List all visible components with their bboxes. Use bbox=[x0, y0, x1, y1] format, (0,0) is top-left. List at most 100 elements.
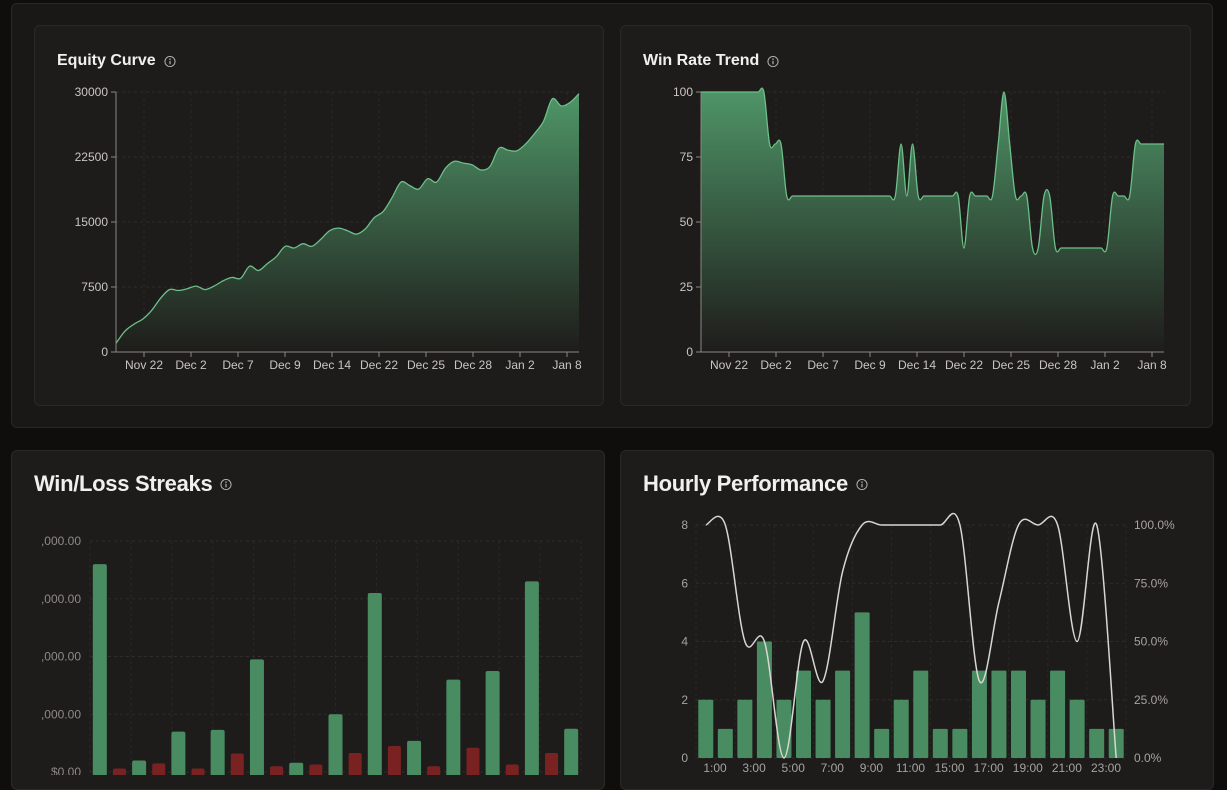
win-rate-title-row: Win Rate Trend bbox=[643, 52, 779, 70]
loss-bar bbox=[191, 768, 205, 775]
info-icon[interactable] bbox=[220, 478, 232, 491]
x-tick-label: Dec 9 bbox=[269, 358, 301, 372]
x-tick-label: 5:00 bbox=[782, 761, 806, 775]
x-tick-label: Dec 7 bbox=[807, 358, 839, 372]
win-rate-title: Win Rate Trend bbox=[643, 52, 760, 69]
hour-bar bbox=[737, 699, 753, 758]
hourly-title-row: Hourly Performance bbox=[643, 471, 868, 497]
x-tick-label: Nov 22 bbox=[125, 358, 163, 372]
hour-bar bbox=[913, 670, 929, 758]
y-tick-label: $0.00 bbox=[51, 765, 81, 775]
x-tick-label: Dec 2 bbox=[175, 358, 207, 372]
x-tick-label: 15:00 bbox=[935, 761, 965, 775]
x-tick-label: Jan 2 bbox=[1090, 358, 1120, 372]
x-tick-label: Dec 25 bbox=[407, 358, 445, 372]
info-icon[interactable] bbox=[856, 478, 868, 491]
x-tick-label: 1:00 bbox=[703, 761, 727, 775]
x-tick-label: Dec 14 bbox=[313, 358, 351, 372]
y-tick-label: ,000.00 bbox=[41, 650, 81, 664]
y-tick-label: 8 bbox=[681, 518, 688, 532]
win-bar bbox=[249, 659, 264, 775]
hour-bar bbox=[815, 699, 831, 758]
y-tick-label: 2 bbox=[681, 693, 688, 707]
y-tick-label: ,000.00 bbox=[41, 534, 81, 548]
x-tick-label: 3:00 bbox=[742, 761, 766, 775]
x-tick-label: 7:00 bbox=[821, 761, 845, 775]
hour-bar bbox=[1050, 670, 1066, 758]
y-tick-label: 6 bbox=[681, 576, 688, 590]
equity-curve-title: Equity Curve bbox=[57, 52, 156, 69]
loss-bar bbox=[112, 768, 126, 775]
x-tick-label: 21:00 bbox=[1052, 761, 1082, 775]
y-tick-label: 25 bbox=[680, 280, 694, 294]
loss-bar bbox=[505, 764, 519, 775]
y-tick-label: 50 bbox=[680, 215, 694, 229]
y-tick-label: 30000 bbox=[75, 85, 109, 99]
x-tick-label: Dec 28 bbox=[1039, 358, 1077, 372]
win-bar bbox=[485, 670, 500, 775]
win-bar bbox=[171, 731, 186, 775]
y-tick-label: 15000 bbox=[75, 215, 109, 229]
y-tick-label: ,000.00 bbox=[41, 592, 81, 606]
info-icon[interactable] bbox=[164, 55, 176, 68]
hour-bar bbox=[991, 670, 1007, 758]
win-bar bbox=[210, 729, 225, 775]
streaks-title: Win/Loss Streaks bbox=[34, 471, 213, 496]
streaks-title-row: Win/Loss Streaks bbox=[34, 471, 232, 497]
win-bar bbox=[446, 679, 461, 775]
x-tick-label: Dec 7 bbox=[222, 358, 254, 372]
loss-bar bbox=[152, 763, 166, 775]
x-tick-label: Jan 8 bbox=[1137, 358, 1167, 372]
y-right-tick-label: 0.0% bbox=[1134, 751, 1162, 765]
hour-bar bbox=[874, 728, 890, 758]
equity-curve-chart: 0 7500 15000 22500 30000 Nov 22 Dec 2 Dec 7 Dec … bbox=[75, 85, 582, 372]
y-tick-label: 4 bbox=[681, 635, 688, 649]
hour-bar bbox=[698, 699, 714, 758]
y-tick-label: 0 bbox=[101, 345, 108, 359]
x-tick-label: 11:00 bbox=[896, 761, 925, 775]
hour-bar bbox=[1030, 699, 1046, 758]
hourly-title: Hourly Performance bbox=[643, 471, 848, 496]
x-tick-label: Nov 22 bbox=[710, 358, 748, 372]
y-tick-label: 0 bbox=[681, 751, 688, 765]
x-tick-label: 19:00 bbox=[1013, 761, 1043, 775]
y-tick-label: 0 bbox=[686, 345, 693, 359]
hour-bar bbox=[1011, 670, 1026, 758]
win-bar bbox=[289, 762, 304, 775]
hour-bar bbox=[952, 728, 968, 758]
area-fill bbox=[701, 88, 1164, 352]
hour-bar bbox=[1069, 699, 1085, 758]
x-tick-label: Jan 8 bbox=[552, 358, 582, 372]
info-icon[interactable] bbox=[767, 55, 779, 68]
y-tick-label: 7500 bbox=[81, 280, 108, 294]
win-rate-chart: 0 25 50 75 100 Nov 22 Dec 2 Dec 7 Dec 9 Dec 14 Dec… bbox=[673, 85, 1167, 372]
x-tick-label: Dec 9 bbox=[854, 358, 886, 372]
x-tick-label: Jan 2 bbox=[505, 358, 535, 372]
win-bar bbox=[328, 714, 343, 775]
y-tick-label: 22500 bbox=[75, 150, 109, 164]
area-fill bbox=[116, 93, 579, 352]
x-tick-label: Dec 14 bbox=[898, 358, 936, 372]
win-bar bbox=[132, 760, 147, 775]
y-tick-label: 100 bbox=[673, 85, 693, 99]
streaks-chart: $0.00 ,000.00 ,000.00 ,000.00 ,000.00 bbox=[41, 534, 582, 775]
hour-bar bbox=[835, 670, 851, 758]
loss-bar bbox=[270, 766, 284, 775]
y-tick-label: ,000.00 bbox=[41, 707, 81, 721]
hour-bar bbox=[756, 641, 772, 758]
win-bar bbox=[524, 581, 539, 775]
loss-bar bbox=[466, 747, 480, 775]
hour-bar bbox=[717, 728, 733, 758]
y-right-tick-label: 75.0% bbox=[1134, 576, 1168, 590]
hour-bar bbox=[971, 670, 987, 758]
win-bar bbox=[407, 740, 422, 775]
hourly-chart: 0 2 4 6 8 0.0% 25.0% 50.0% 75.0% 100.0% 1:00 3:00 5:… bbox=[681, 512, 1175, 775]
hour-bar bbox=[893, 699, 909, 758]
win-bar bbox=[92, 564, 107, 775]
hour-bar bbox=[932, 728, 948, 758]
x-tick-label: 23:00 bbox=[1091, 761, 1121, 775]
win-bar bbox=[564, 728, 579, 775]
hour-bar bbox=[796, 670, 811, 758]
equity-curve-title-row: Equity Curve bbox=[57, 52, 176, 70]
y-tick-label: 75 bbox=[680, 150, 694, 164]
